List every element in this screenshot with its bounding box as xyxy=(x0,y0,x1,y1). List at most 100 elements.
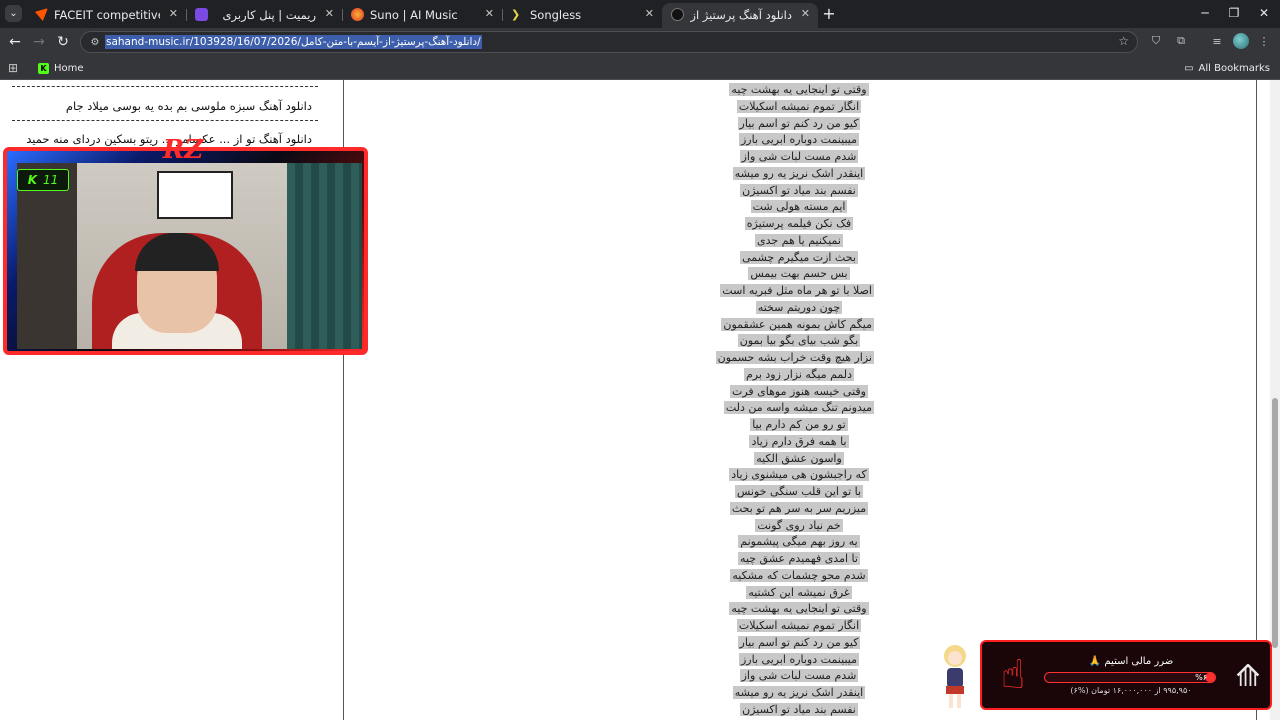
lyric-line: شدم مست لبات شی واز xyxy=(724,668,874,685)
tab-title: Suno | AI Music xyxy=(370,8,458,22)
back-arrow-icon[interactable]: ← xyxy=(6,33,24,51)
lyric-text: شدم مست لبات شی واز xyxy=(739,150,859,163)
lyric-line: با تو این قلب سنگی خونس xyxy=(724,484,874,501)
lyric-text: ایم مسته هولی شت xyxy=(750,200,848,214)
lyric-text: نمیکنیم یا هم جدی xyxy=(755,233,843,247)
lyric-text: بس حسم بهت بیمس xyxy=(748,267,850,281)
lyric-text: بحث ازت میگیرم چشمی xyxy=(740,250,858,264)
goal-title: ضرر مالی استیم 🙏 xyxy=(1088,656,1174,667)
lyric-line: که راجبشون هی میشنوی زیاد xyxy=(724,467,874,484)
divider xyxy=(12,120,318,121)
lyric-line: میبینمت دوباره ابریی بارز xyxy=(724,132,874,149)
lyric-text: شدم مست لبات شی واز xyxy=(739,669,859,683)
lyric-text: که راجبشون هی میشنوی زیاد xyxy=(729,468,869,482)
faceit-favicon-icon xyxy=(35,8,48,21)
remit-favicon-icon xyxy=(195,8,208,21)
lyric-line: میبینمت دوباره ابریی بارز xyxy=(724,652,874,669)
lyric-text: غرق نمیشه این کشتیه xyxy=(746,585,852,599)
tab-songless[interactable]: ❯ Songless ✕ xyxy=(502,3,662,28)
lyric-text: میبینمت دوباره ابریی بارز xyxy=(739,652,859,666)
folder-icon: ▭ xyxy=(1184,62,1194,74)
lyric-line: بگو شب بیای بگو بیا بمون xyxy=(724,333,874,350)
page-scrollbar[interactable] xyxy=(1270,80,1280,720)
bookmarks-bar: ⊞ K Home ▭ All Bookmarks xyxy=(0,56,1280,80)
close-tab-icon[interactable]: ✕ xyxy=(485,7,494,20)
kick-badge-icon: K xyxy=(27,173,38,187)
donation-goal-widget: ☝ ضرر مالی استیم 🙏 %۶ ۹۹۵,۹۵۰ از ۱۶,۰۰۰,… xyxy=(980,640,1272,710)
browser-toolbar: ← → ↻ ⚙ sahand-music.ir/103928/16/07/202… xyxy=(0,28,1280,56)
webcam-curtain xyxy=(287,163,362,349)
goal-percent: %۶ xyxy=(1195,673,1207,682)
lyric-line: شدم محو چشمات که مشکیه xyxy=(724,568,874,585)
site-settings-icon[interactable]: ⚙ xyxy=(88,35,102,49)
lyric-line: تو رو من کم دارم بیا xyxy=(724,417,874,434)
lyric-line: فک نکن فیلمه پرستیژه xyxy=(724,216,874,233)
lyric-text: اینقدر اشک نریز یه رو میشه xyxy=(732,686,866,699)
lyric-text: وقتی تو اینجایی یه بهشت چیه xyxy=(729,602,869,616)
extensions-puzzle-icon[interactable]: ⧉ xyxy=(1173,33,1189,49)
lyric-text: میگم کاش بمونه همین عشقمون xyxy=(721,317,874,331)
apps-grid-icon[interactable]: ⊞ xyxy=(8,61,18,75)
rz-logo: RZ xyxy=(162,135,204,165)
restore-icon[interactable]: ❐ xyxy=(1219,3,1249,23)
bookmark-star-icon[interactable]: ☆ xyxy=(1118,34,1129,48)
lyric-line: وقتی تو اینجایی یه بهشت چیه xyxy=(724,601,874,618)
url-text[interactable]: sahand-music.ir/103928/16/07/2026/دانلود… xyxy=(105,35,482,49)
lyric-text: دلمم میگه نزار زود برم xyxy=(743,367,855,381)
tab-suno[interactable]: Suno | AI Music ✕ xyxy=(342,3,502,28)
menu-kebab-icon[interactable]: ⋮ xyxy=(1256,33,1272,49)
goal-amount: ۹۹۵,۹۵۰ از ۱۶,۰۰۰,۰۰۰ تومان (%۶) xyxy=(1070,686,1192,695)
viewer-count: 11 xyxy=(43,173,59,187)
lyric-text: وقتی خیسه هنوز موهای فرت xyxy=(729,384,868,398)
tab-remit[interactable]: ریمیت | پنل کاربری ✕ xyxy=(186,3,342,28)
lyric-line: نمیکنیم یا هم جدی xyxy=(724,233,874,250)
close-tab-icon[interactable]: ✕ xyxy=(169,7,178,20)
bookmark-home[interactable]: K Home xyxy=(38,60,84,76)
anime-character-icon xyxy=(944,645,966,708)
close-tab-icon[interactable]: ✕ xyxy=(645,7,654,20)
close-tab-icon[interactable]: ✕ xyxy=(325,7,334,20)
webcam-poster xyxy=(157,171,233,219)
close-tab-icon[interactable]: ✕ xyxy=(801,7,810,20)
site-favicon-icon xyxy=(671,8,684,21)
tab-strip: ⌄ FACEIT competitive match - FAC ✕ ریمیت… xyxy=(0,0,1280,28)
lyric-text: میزریم سر به سر هم تو بحث xyxy=(729,501,869,515)
lyric-text: چون دوریتم سخته xyxy=(755,300,843,314)
lyric-line: غرق نمیشه این کشتیه xyxy=(724,585,874,602)
tab-sahand-music[interactable]: دانلود آهنگ پرستیژ از آیسم با متن ✕ xyxy=(662,3,818,28)
lyric-text: کیو من رد کنم تو اسم بیار xyxy=(737,116,861,130)
minimize-icon[interactable]: ─ xyxy=(1190,3,1220,23)
lyric-line: بس حسم بهت بیمس xyxy=(724,266,874,283)
all-bookmarks-button[interactable]: ▭ All Bookmarks xyxy=(1184,60,1270,76)
close-window-icon[interactable]: ✕ xyxy=(1249,3,1279,23)
forward-arrow-icon[interactable]: → xyxy=(30,33,48,51)
lyric-text: با همه فرق دارم زیاد xyxy=(749,434,849,448)
lyric-line: نزار هیچ وقت خراب بشه حسمون xyxy=(715,350,874,367)
lyric-line: یه روز بهم میگی پیشمونم xyxy=(724,534,874,551)
lyric-line: وقتی خیسه هنوز موهای فرت xyxy=(724,384,874,401)
lyric-text: خم نیاد روی گونت xyxy=(755,518,843,532)
lyric-line: میدونم تنگ میشه واسه من دلت xyxy=(723,400,874,417)
lyric-text: نزار هیچ وقت خراب بشه حسمون xyxy=(715,351,874,364)
lyric-text: تا امدی فهمیدم عشق چیه xyxy=(738,552,860,565)
tab-faceit[interactable]: FACEIT competitive match - FAC ✕ xyxy=(26,3,186,28)
lyric-line: چون دوریتم سخته xyxy=(724,300,874,317)
tab-title: Songless xyxy=(530,8,582,22)
new-tab-plus-icon[interactable]: + xyxy=(820,4,838,23)
wings-logo-icon: ⟰ xyxy=(1235,658,1261,694)
scrollbar-thumb[interactable] xyxy=(1272,398,1278,648)
tab-search-chevron-icon[interactable]: ⌄ xyxy=(5,5,22,22)
profile-avatar[interactable] xyxy=(1233,33,1249,49)
lyrics-block: وقتی تو اینجایی یه بهشت چیه انگار تموم نم… xyxy=(715,82,874,719)
media-controls-icon[interactable]: ≡ xyxy=(1209,33,1225,49)
lyric-line: تا امدی فهمیدم عشق چیه xyxy=(724,551,874,568)
suno-favicon-icon xyxy=(351,8,364,21)
address-bar[interactable]: ⚙ sahand-music.ir/103928/16/07/2026/دانل… xyxy=(80,31,1138,53)
lyric-line: انگار تموم نمیشه اسکیلات xyxy=(724,99,874,116)
lyric-text: اینقدر اشک نریز یه رو میشه xyxy=(732,166,866,180)
lyric-line: واسون عشق الکیه xyxy=(724,451,874,468)
shield-extension-icon[interactable]: ⛉ xyxy=(1148,33,1164,49)
sidebar-link[interactable]: دانلود آهنگ سبزه ملوسی بم بده یه بوسی می… xyxy=(66,99,312,113)
lyric-text: با تو این قلب سنگی خونس xyxy=(734,485,864,498)
reload-icon[interactable]: ↻ xyxy=(54,33,72,51)
